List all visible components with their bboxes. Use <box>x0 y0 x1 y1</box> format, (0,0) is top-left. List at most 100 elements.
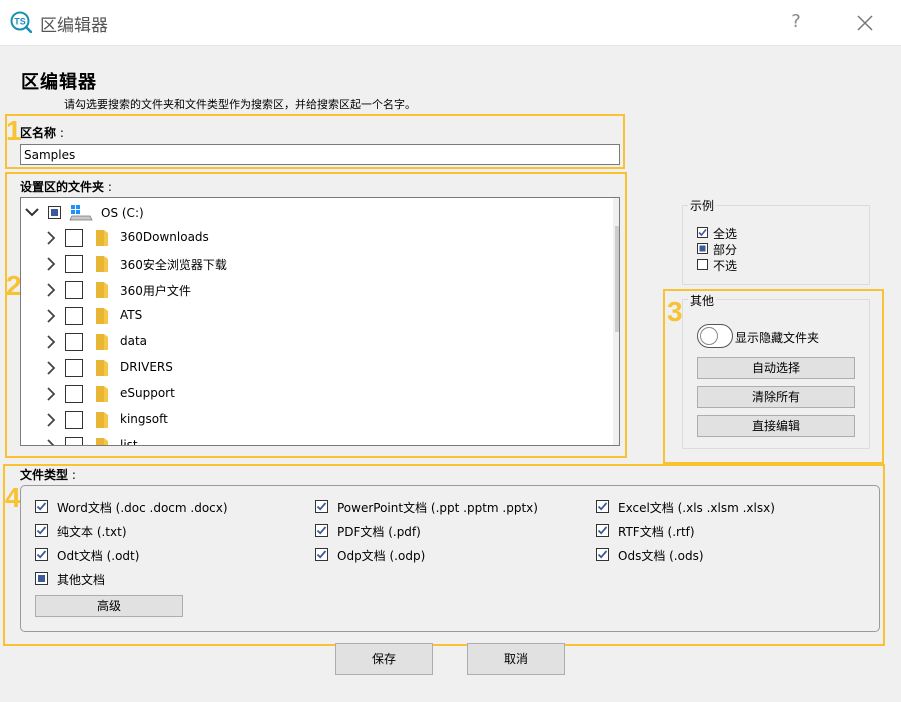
tree-item[interactable]: eSupport <box>21 381 593 407</box>
legend-title: 示例 <box>688 197 717 214</box>
zone-name-label: 区名称 <box>20 124 64 141</box>
auto-select-button[interactable]: 自动选择 <box>697 357 855 379</box>
checkbox-checked-icon[interactable] <box>315 500 328 513</box>
show-hidden-toggle[interactable] <box>697 324 733 348</box>
folder-icon <box>96 360 108 376</box>
tree-item-label: eSupport <box>120 386 175 400</box>
save-button[interactable]: 保存 <box>335 643 433 675</box>
legend-partial-label: 部分 <box>713 243 738 257</box>
folder-icon <box>96 386 108 402</box>
folder-icon <box>96 282 108 298</box>
folder-icon <box>96 308 108 324</box>
folder-icon <box>96 334 108 350</box>
file-type-label: PDF文档 (.pdf) <box>337 525 421 539</box>
folders-label: 设置区的文件夹 <box>20 178 112 195</box>
tree-item-label: 360用户文件 <box>120 284 191 298</box>
title-bar: TS 区编辑器 ? <box>0 0 901 46</box>
tree-root-checkbox[interactable] <box>48 206 61 219</box>
checkbox-partial-icon <box>697 243 708 254</box>
chevron-right-icon[interactable] <box>45 257 57 271</box>
tree-item[interactable]: 360Downloads <box>21 225 593 251</box>
legend-list: 全选 部分 不选 <box>682 225 870 281</box>
folder-tree[interactable]: OS (C:) 360Downloads 360安全浏览器下载 360用户文件 … <box>20 197 620 446</box>
chevron-right-icon[interactable] <box>45 283 57 297</box>
svg-text:TS: TS <box>14 17 26 27</box>
folder-icon <box>96 438 108 445</box>
checkbox-checked-icon[interactable] <box>35 524 48 537</box>
tree-item-label: 360Downloads <box>120 230 209 244</box>
checkbox-checked-icon[interactable] <box>596 524 609 537</box>
tree-item-label: 360安全浏览器下载 <box>120 258 227 272</box>
chevron-right-icon[interactable] <box>45 413 57 427</box>
file-type-label: Odt文档 (.odt) <box>57 549 140 563</box>
page-title: 区编辑器 <box>21 72 97 93</box>
step-number-4: 4 <box>5 482 21 513</box>
file-type-label: Ods文档 (.ods) <box>618 549 704 563</box>
legend-unchecked-label: 不选 <box>713 259 738 273</box>
tree-item-label: list <box>120 438 138 446</box>
file-types-panel: Word文档 (.doc .docm .docx) PowerPoint文档 (… <box>20 485 880 632</box>
tree-item-checkbox[interactable] <box>65 307 83 325</box>
tree-item-checkbox[interactable] <box>65 411 83 429</box>
chevron-down-icon[interactable] <box>25 207 39 217</box>
tree-root-row[interactable]: OS (C:) <box>21 199 593 225</box>
clear-all-button[interactable]: 清除所有 <box>697 386 855 408</box>
tree-item-checkbox[interactable] <box>65 333 83 351</box>
checkbox-checked-icon[interactable] <box>35 500 48 513</box>
cancel-button[interactable]: 取消 <box>467 643 565 675</box>
checkbox-checked-icon[interactable] <box>315 524 328 537</box>
checkbox-checked-icon <box>697 227 708 238</box>
tree-item[interactable]: ATS <box>21 303 593 329</box>
tree-item-checkbox[interactable] <box>65 281 83 299</box>
chevron-right-icon[interactable] <box>45 361 57 375</box>
tree-item[interactable]: kingsoft <box>21 407 593 433</box>
scrollbar-thumb[interactable] <box>615 226 619 332</box>
window-title: 区编辑器 <box>40 16 108 36</box>
chevron-right-icon[interactable] <box>45 231 57 245</box>
file-type-label: Odp文档 (.odp) <box>337 549 426 563</box>
checkbox-checked-icon[interactable] <box>315 548 328 561</box>
file-type-label: 其他文档 <box>57 573 106 587</box>
legend-checked-label: 全选 <box>713 227 738 241</box>
chevron-right-icon[interactable] <box>45 387 57 401</box>
file-type-label: 纯文本 (.txt) <box>57 525 127 539</box>
tree-item[interactable]: DRIVERS <box>21 355 593 381</box>
checkbox-checked-icon[interactable] <box>35 548 48 561</box>
advanced-button[interactable]: 高级 <box>35 595 183 617</box>
step-number-3: 3 <box>667 296 683 327</box>
tree-scrollbar[interactable] <box>613 198 620 445</box>
file-type-label: PowerPoint文档 (.ppt .pptm .pptx) <box>337 501 538 515</box>
tree-item-checkbox[interactable] <box>65 385 83 403</box>
tree-item[interactable]: data <box>21 329 593 355</box>
tree-item-checkbox[interactable] <box>65 255 83 273</box>
help-button[interactable]: ? <box>786 10 806 34</box>
tree-item-label: data <box>120 334 148 348</box>
tree-item-checkbox[interactable] <box>65 437 83 445</box>
folder-icon <box>96 412 108 428</box>
close-icon[interactable] <box>852 10 878 36</box>
checkbox-checked-icon[interactable] <box>596 548 609 561</box>
chevron-right-icon[interactable] <box>45 335 57 349</box>
checkbox-checked-icon[interactable] <box>596 500 609 513</box>
tree-item-checkbox[interactable] <box>65 359 83 377</box>
file-type-label: RTF文档 (.rtf) <box>618 525 695 539</box>
checkbox-unchecked-icon <box>697 259 708 270</box>
checkbox-partial-icon[interactable] <box>35 572 48 585</box>
drive-icon <box>69 205 93 221</box>
chevron-up-icon[interactable] <box>613 198 620 224</box>
chevron-right-icon[interactable] <box>45 439 57 446</box>
folder-icon <box>96 256 108 272</box>
file-type-label: Word文档 (.doc .docm .docx) <box>57 501 228 515</box>
zone-name-input[interactable] <box>20 144 620 165</box>
tree-item[interactable]: 360安全浏览器下载 <box>21 251 593 277</box>
tree-item[interactable]: 360用户文件 <box>21 277 593 303</box>
file-types-label: 文件类型 <box>20 466 76 483</box>
show-hidden-label: 显示隐藏文件夹 <box>735 331 820 345</box>
chevron-right-icon[interactable] <box>45 309 57 323</box>
toggle-knob <box>700 327 718 345</box>
chevron-down-icon[interactable] <box>613 419 620 445</box>
tree-item-checkbox[interactable] <box>65 229 83 247</box>
tree-item[interactable]: list <box>21 433 593 446</box>
direct-edit-button[interactable]: 直接编辑 <box>697 415 855 437</box>
ts-logo-icon: TS <box>10 11 32 33</box>
